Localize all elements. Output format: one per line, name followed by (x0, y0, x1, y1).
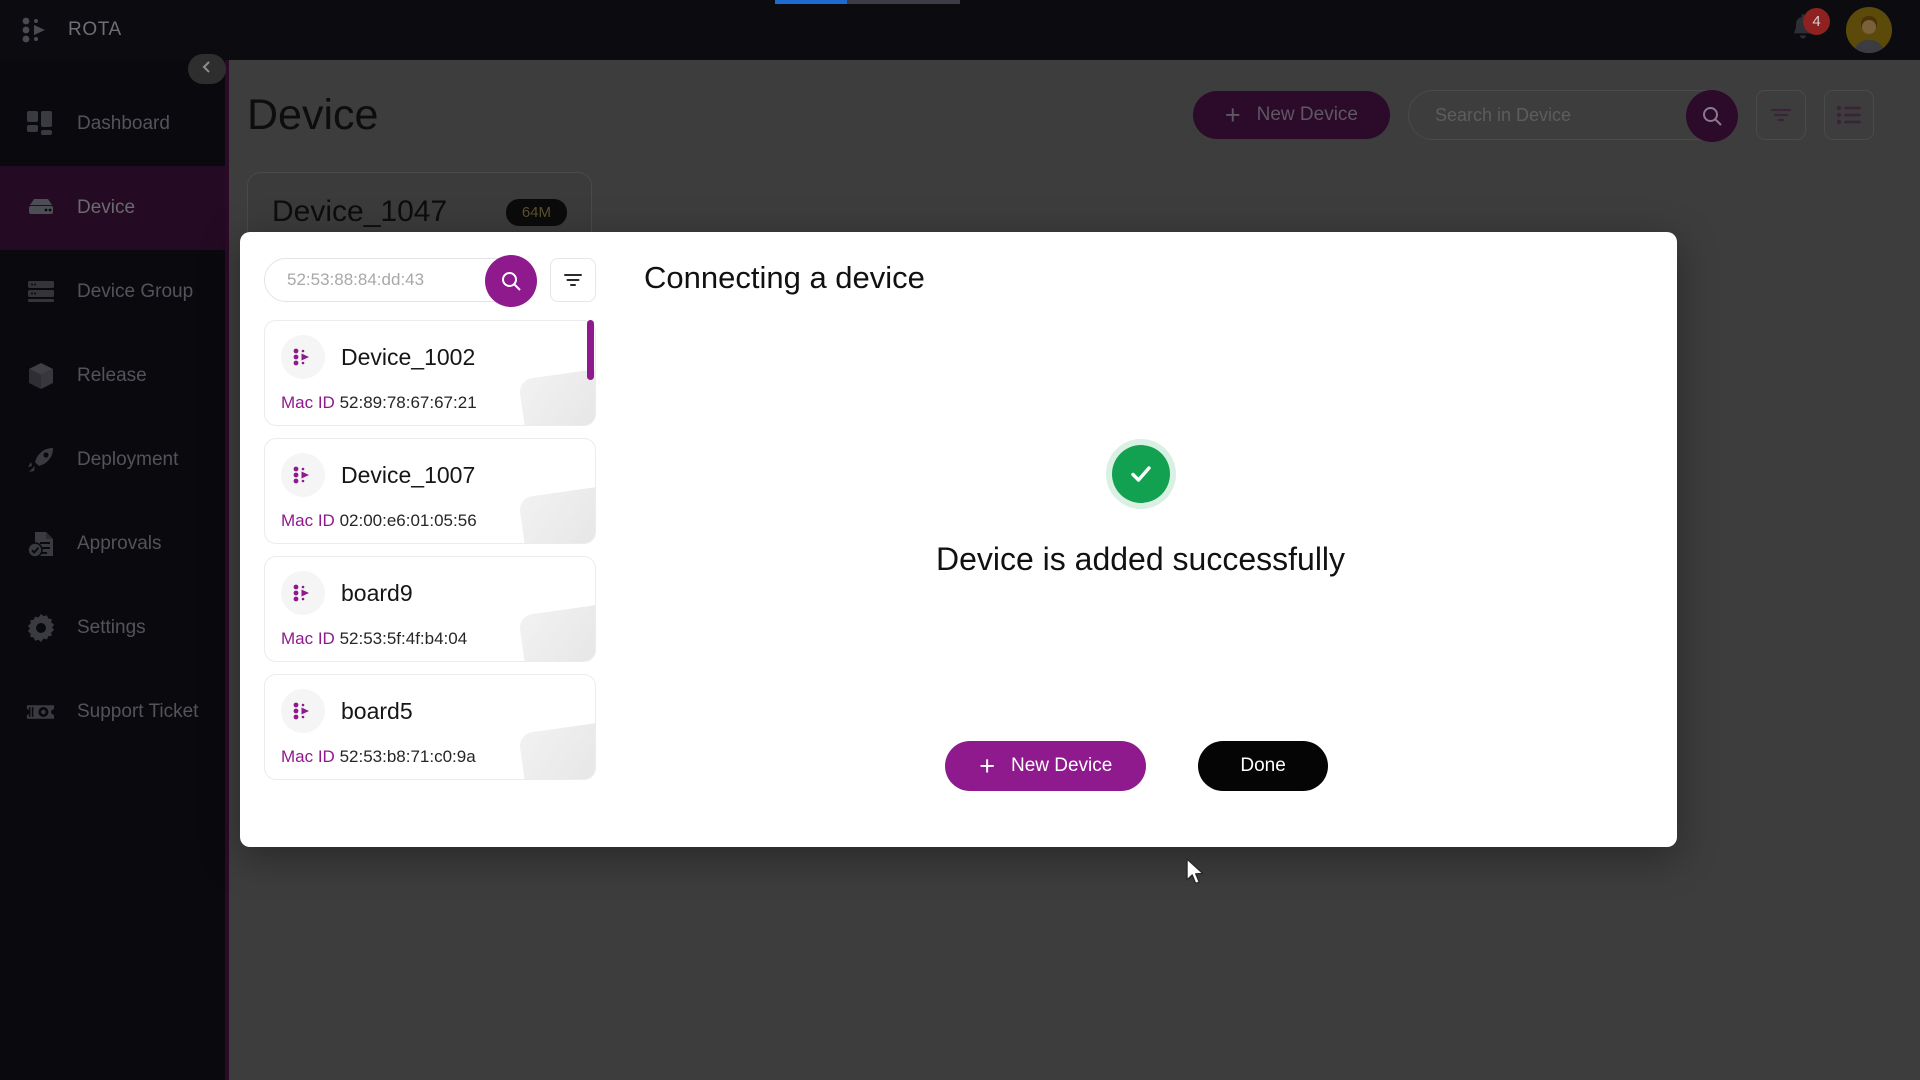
notification-count-badge: 4 (1803, 8, 1830, 35)
rota-dots-icon (281, 571, 325, 615)
modal-search-row (264, 258, 596, 302)
sidebar-item-label: Support Ticket (77, 701, 198, 723)
dashboard-grid-icon (26, 110, 55, 139)
sidebar-item-settings[interactable]: Settings (0, 586, 225, 670)
sidebar-item-label: Device Group (77, 281, 193, 303)
sidebar-item-support-ticket[interactable]: Support Ticket (0, 670, 225, 754)
sidebar-collapse-button[interactable] (188, 54, 226, 84)
new-device-button[interactable]: + New Device (1193, 91, 1390, 139)
modal-new-device-label: New Device (1011, 755, 1112, 777)
mac-label: Mac ID (281, 747, 335, 766)
page-toolbar: + New Device Search in Device (1193, 90, 1874, 140)
chevron-left-icon (200, 60, 214, 79)
rocket-icon (26, 446, 55, 475)
sidebar-item-label: Settings (77, 617, 146, 639)
sidebar-item-label: Dashboard (77, 113, 170, 135)
list-view-icon (1836, 105, 1862, 125)
sidebar-item-label: Deployment (77, 449, 178, 471)
list-item[interactable]: board9 Mac ID 52:53:5f:4f:b4:04 (264, 556, 596, 662)
mac-value: 52:53:5f:4f:b4:04 (340, 629, 468, 648)
modal-search-button[interactable] (485, 255, 537, 307)
sidebar-item-label: Release (77, 365, 147, 387)
modal-actions: + New Device Done (636, 741, 1637, 847)
sidebar-item-release[interactable]: Release (0, 334, 225, 418)
modal-filter-button[interactable] (550, 258, 596, 302)
modal-title: Connecting a device (644, 260, 1637, 296)
accent-strip (225, 60, 229, 1080)
page-title: Device (247, 91, 378, 140)
rota-dots-icon (281, 335, 325, 379)
filter-icon (1769, 105, 1793, 125)
search-icon (1700, 104, 1724, 128)
success-message: Device is added successfully (936, 541, 1345, 578)
ticket-gear-icon (26, 698, 55, 727)
gear-icon (26, 614, 55, 643)
sidebar-item-deployment[interactable]: Deployment (0, 418, 225, 502)
modal-search-field[interactable] (264, 258, 536, 302)
application-root: ROTA 4 (0, 0, 1920, 1080)
brand[interactable]: ROTA (0, 17, 225, 43)
done-button[interactable]: Done (1198, 741, 1327, 791)
page-loading-bar (775, 0, 960, 4)
background-device-badge: 64M (506, 199, 567, 226)
modal-search-input[interactable] (287, 270, 477, 290)
filter-button[interactable] (1756, 90, 1806, 140)
avatar[interactable] (1846, 7, 1892, 53)
sidebar-item-device-group[interactable]: Device Group (0, 250, 225, 334)
device-name: board5 (341, 698, 413, 725)
mac-label: Mac ID (281, 393, 335, 412)
list-item[interactable]: Device_1002 Mac ID 52:89:78:67:67:21 (264, 320, 596, 426)
plus-icon: + (1225, 102, 1241, 129)
success-status: Device is added successfully (644, 306, 1637, 741)
mac-label: Mac ID (281, 511, 335, 530)
document-check-icon (26, 530, 55, 559)
scrollbar-thumb[interactable] (587, 320, 594, 380)
sidebar-item-device[interactable]: Device (0, 166, 225, 250)
device-group-icon (26, 278, 55, 307)
top-bar-actions: 4 (1788, 7, 1920, 53)
sidebar-item-label: Approvals (77, 533, 162, 555)
modal-device-list-panel: Device_1002 Mac ID 52:89:78:67:67:21 (240, 232, 618, 847)
check-circle-icon (1112, 445, 1170, 503)
device-search-field[interactable]: Search in Device (1408, 90, 1738, 140)
modal-new-device-button[interactable]: + New Device (945, 741, 1146, 791)
list-view-button[interactable] (1824, 90, 1874, 140)
filter-icon (562, 271, 584, 289)
device-name: Device_1002 (341, 344, 475, 371)
mac-value: 52:89:78:67:67:21 (340, 393, 477, 412)
modal-device-list: Device_1002 Mac ID 52:89:78:67:67:21 (264, 320, 596, 800)
new-device-label: New Device (1257, 104, 1358, 126)
search-button[interactable] (1686, 90, 1738, 142)
modal-status-panel: Connecting a device Device is added succ… (618, 232, 1677, 847)
mac-label: Mac ID (281, 629, 335, 648)
page-header: Device + New Device Search in Device (225, 60, 1920, 150)
background-device-title: Device_1047 (272, 195, 447, 229)
rota-dots-icon (281, 689, 325, 733)
user-avatar (1846, 7, 1892, 53)
device-list-scrollbar[interactable] (587, 320, 594, 800)
box-cube-icon (26, 362, 55, 391)
notifications-button[interactable]: 4 (1788, 13, 1818, 47)
list-item[interactable]: Device_1007 Mac ID 02:00:e6:01:05:56 (264, 438, 596, 544)
device-name: board9 (341, 580, 413, 607)
sidebar-item-approvals[interactable]: Approvals (0, 502, 225, 586)
plus-icon: + (979, 753, 995, 780)
connecting-device-modal: Device_1002 Mac ID 52:89:78:67:67:21 (240, 232, 1677, 847)
device-server-icon (26, 194, 55, 223)
search-icon (499, 269, 523, 293)
top-bar: ROTA 4 (0, 0, 1920, 60)
device-search-placeholder: Search in Device (1435, 105, 1571, 126)
rota-dots-icon (281, 453, 325, 497)
sidebar: Dashboard Device (0, 60, 225, 1080)
mac-value: 02:00:e6:01:05:56 (340, 511, 477, 530)
device-name: Device_1007 (341, 462, 475, 489)
mac-value: 52:53:b8:71:c0:9a (340, 747, 476, 766)
brand-name: ROTA (68, 19, 122, 41)
sidebar-item-dashboard[interactable]: Dashboard (0, 82, 225, 166)
list-item[interactable]: board5 Mac ID 52:53:b8:71:c0:9a (264, 674, 596, 780)
sidebar-item-label: Device (77, 197, 135, 219)
rota-dots-icon (22, 17, 50, 43)
